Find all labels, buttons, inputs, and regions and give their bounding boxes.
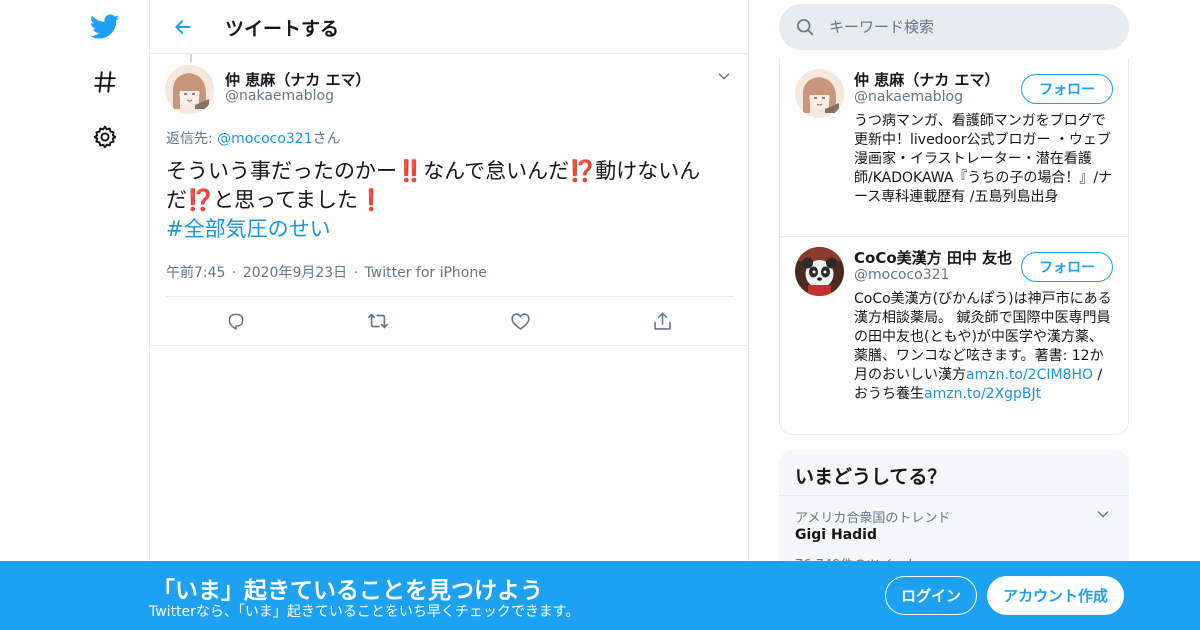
page: ツイートする 仲 恵麻（ナカ エマ） @nakaemablog 返信先: @mo… <box>0 0 1200 630</box>
tweet-date[interactable]: 2020年9月23日 <box>243 265 347 281</box>
author-handle[interactable]: @nakaemablog <box>225 88 334 104</box>
chevron-down-icon <box>1097 511 1109 518</box>
meta-separator: · <box>353 265 359 281</box>
chevron-down-icon <box>718 73 730 80</box>
reply-button[interactable] <box>224 309 248 333</box>
signup-button[interactable]: アカウント作成 <box>987 576 1124 615</box>
tweet-time[interactable]: 午前7:45 <box>166 265 225 281</box>
search-box[interactable] <box>779 4 1129 50</box>
main-column: ツイートする 仲 恵麻（ナカ エマ） @nakaemablog 返信先: @mo… <box>149 0 749 630</box>
search-icon <box>797 19 814 36</box>
divider <box>166 296 734 297</box>
user-bio: うつ病マンガ、看護師マンガをブログで更新中！livedoor公式ブロガー ・ウェ… <box>854 113 1113 205</box>
like-button[interactable] <box>508 309 532 333</box>
follow-button[interactable]: フォロー <box>1021 252 1113 282</box>
related-users-card: 仲 恵麻（ナカ エマ） @nakaemablog フォロー うつ病マンガ、看護師… <box>779 58 1129 435</box>
user-name[interactable]: CoCo美漢方 田中 友也 <box>854 247 1012 268</box>
settings-gear-icon[interactable] <box>88 120 122 154</box>
banner-subtitle: Twitterなら、「いま」起きていることをいち早くチェックできます。 <box>149 604 580 620</box>
left-nav <box>0 0 150 630</box>
trends-title: いまどうしてる？ <box>795 466 947 488</box>
banner-title: 「いま」起きていることを見つけよう <box>152 578 543 604</box>
tweet-detail: 仲 恵麻（ナカ エマ） @nakaemablog 返信先: @mococo321… <box>150 54 748 346</box>
hashtag-icon[interactable] <box>88 65 122 99</box>
follow-button[interactable]: フォロー <box>1021 74 1113 104</box>
user-bio: CoCo美漢方(びかんぽう)は神戸市にある漢方相談薬局。 鍼灸師で国際中医専門員… <box>854 290 1116 404</box>
page-title: ツイートする <box>225 18 340 40</box>
hashtag-link[interactable]: #全部気圧のせい <box>166 217 331 241</box>
trend-menu-button[interactable] <box>1095 506 1111 526</box>
tweet-text-part: なんで怠いんだ <box>423 159 570 183</box>
tweet-text-part: そういう事だったのかー <box>166 159 397 183</box>
right-sidebar: 仲 恵麻（ナカ エマ） @nakaemablog フォロー うつ病マンガ、看護師… <box>779 0 1129 630</box>
tweet-text-part: と思ってました <box>213 188 359 212</box>
divider <box>780 236 1128 237</box>
trend-name[interactable]: Gigi Hadid <box>795 527 877 543</box>
search-input[interactable] <box>829 15 1109 39</box>
author-name[interactable]: 仲 恵麻（ナカ エマ） <box>225 69 370 90</box>
page-header: ツイートする <box>150 0 748 54</box>
reply-prefix: 返信先: <box>166 131 218 147</box>
retweet-icon <box>368 313 388 329</box>
exclamation-question-emoji: ⁉️ <box>569 159 596 183</box>
login-button[interactable]: ログイン <box>885 576 977 615</box>
user-handle[interactable]: @nakaemablog <box>854 89 963 105</box>
like-icon <box>510 312 530 330</box>
trend-context: アメリカ合衆国のトレンド <box>795 511 951 526</box>
tweet-text: そういう事だったのかー‼️なんで怠いんだ⁉️動けないんだ⁉️と思ってました❗ #… <box>166 157 736 244</box>
user-name[interactable]: 仲 恵麻（ナカ エマ） <box>854 69 999 90</box>
arrow-left-icon <box>175 20 191 34</box>
reply-suffix: さん <box>312 131 341 147</box>
reply-mention-link[interactable]: @mococo321 <box>217 131 312 147</box>
tweet-meta: 午前7:45 · 2020年9月23日 · Twitter for iPhone <box>166 262 489 282</box>
share-icon <box>653 311 671 330</box>
author-avatar[interactable] <box>165 65 214 114</box>
bio-link[interactable]: amzn.to/2CIM8HO <box>966 367 1093 383</box>
user-handle[interactable]: @mococo321 <box>854 267 949 283</box>
user-avatar[interactable] <box>795 69 844 118</box>
retweet-button[interactable] <box>366 309 390 333</box>
back-button[interactable] <box>168 12 198 42</box>
reply-to-line: 返信先: @mococo321さん <box>166 128 341 148</box>
meta-separator: · <box>231 265 237 281</box>
double-exclamation-emoji: ‼️ <box>397 159 424 183</box>
divider <box>779 495 1129 496</box>
tweet-source[interactable]: Twitter for iPhone <box>365 265 487 281</box>
share-button[interactable] <box>650 309 674 333</box>
exclamation-emoji: ❗ <box>358 188 385 212</box>
exclamation-question-emoji: ⁉️ <box>187 188 214 212</box>
signup-banner: 「いま」起きていることを見つけよう Twitterなら、「いま」起きていることを… <box>0 561 1200 630</box>
tweet-menu-button[interactable] <box>716 68 732 88</box>
reply-icon <box>228 313 244 330</box>
twitter-logo-icon[interactable] <box>88 10 122 44</box>
bio-link[interactable]: amzn.to/2XgpBJt <box>924 386 1041 402</box>
user-avatar[interactable] <box>795 247 844 296</box>
